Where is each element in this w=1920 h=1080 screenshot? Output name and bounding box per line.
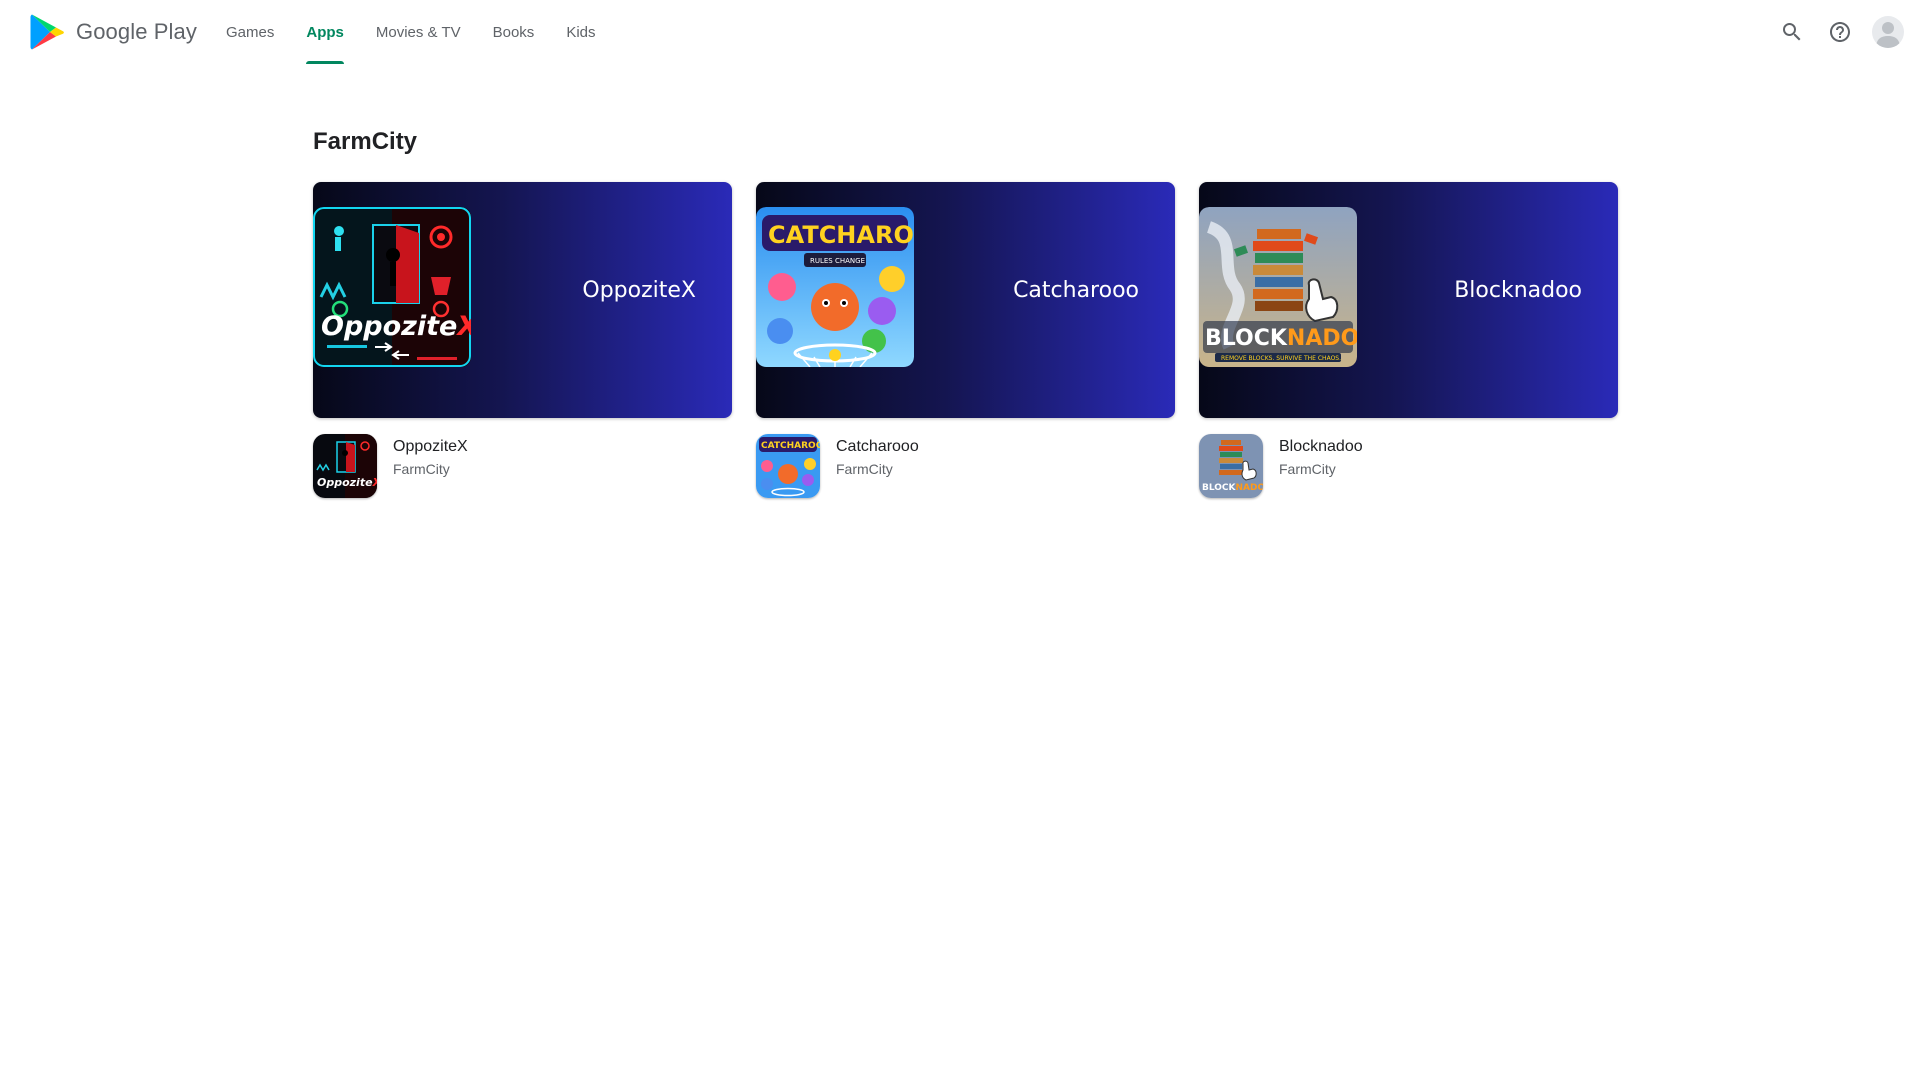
person-icon bbox=[1876, 22, 1900, 48]
app-meta-text: Catcharooo FarmCity bbox=[836, 434, 919, 498]
banner-title: Catcharooo bbox=[1013, 278, 1139, 303]
nav-tab-label: Kids bbox=[566, 23, 596, 41]
app-banner[interactable]: CATCHAROOO! RULES CHANGE bbox=[756, 182, 1175, 418]
svg-text:OppoziteX: OppoziteX bbox=[317, 476, 377, 489]
oppozitex-icon-image: OppoziteX bbox=[313, 434, 377, 498]
app-card-blocknadoo[interactable]: BLOCKNADOO REMOVE BLOCKS. SURVIVE THE CH… bbox=[1199, 182, 1618, 498]
account-avatar[interactable] bbox=[1872, 16, 1904, 48]
blocknadoo-icon-image: BLOCKNADOO bbox=[1199, 434, 1263, 498]
nav-tab-movies-tv[interactable]: Movies & TV bbox=[360, 0, 477, 64]
app-icon-catcharooo[interactable]: CATCHAROOO! bbox=[756, 434, 820, 498]
svg-text:OppoziteX: OppoziteX bbox=[321, 311, 471, 342]
nav-tab-apps[interactable]: Apps bbox=[290, 0, 360, 64]
app-meta-text: OppoziteX FarmCity bbox=[393, 434, 468, 498]
svg-text:CATCHAROOO!: CATCHAROOO! bbox=[768, 221, 914, 249]
nav-tab-label: Books bbox=[492, 23, 535, 41]
nav-tab-kids[interactable]: Kids bbox=[550, 0, 611, 64]
nav-tab-books[interactable]: Books bbox=[477, 0, 551, 64]
search-button[interactable] bbox=[1768, 8, 1816, 56]
section-title: FarmCity bbox=[313, 128, 418, 155]
brand-name: Google Play bbox=[76, 19, 197, 44]
catcharooo-icon-image: CATCHAROOO! bbox=[756, 434, 820, 498]
oppozitex-art-image: OppoziteX bbox=[313, 207, 471, 367]
play-logo-icon bbox=[30, 14, 64, 50]
help-icon bbox=[1830, 22, 1850, 42]
app-meta: CATCHAROOO! Catcharooo FarmCity bbox=[756, 434, 1175, 498]
app-title[interactable]: Blocknadoo bbox=[1279, 436, 1363, 458]
banner-title: OppoziteX bbox=[582, 278, 696, 303]
app-icon-oppozitex[interactable]: OppoziteX bbox=[313, 434, 377, 498]
developer-apps-section: FarmCity Oppozite OppoziteX Oppozite Opp… bbox=[313, 120, 1618, 498]
svg-text:BLOCKNADOO: BLOCKNADOO bbox=[1202, 483, 1263, 493]
search-icon bbox=[1783, 23, 1801, 41]
svg-text:BLOCKNADOO: BLOCKNADOO bbox=[1205, 326, 1357, 351]
header-actions bbox=[1768, 0, 1908, 64]
app-meta: BLOCKNADOO Blocknadoo FarmCity bbox=[1199, 434, 1618, 498]
app-title[interactable]: Catcharooo bbox=[836, 436, 919, 458]
app-meta-text: Blocknadoo FarmCity bbox=[1279, 434, 1363, 498]
svg-text:RULES CHANGE: RULES CHANGE bbox=[810, 257, 865, 265]
top-app-bar: Google Play Games Apps Movies & TV Books… bbox=[0, 0, 1920, 64]
banner-title: Blocknadoo bbox=[1454, 278, 1582, 303]
svg-text:REMOVE BLOCKS. SURVIVE THE CHA: REMOVE BLOCKS. SURVIVE THE CHAOS. bbox=[1221, 355, 1341, 362]
app-card-oppozitex[interactable]: OppoziteX OppoziteX bbox=[313, 182, 732, 498]
nav-tab-label: Games bbox=[226, 23, 275, 41]
app-title[interactable]: OppoziteX bbox=[393, 436, 468, 458]
app-banner[interactable]: BLOCKNADOO REMOVE BLOCKS. SURVIVE THE CH… bbox=[1199, 182, 1618, 418]
google-play-logo[interactable]: Google Play bbox=[30, 13, 197, 51]
main-nav: Games Apps Movies & TV Books Kids bbox=[210, 0, 612, 64]
app-icon-blocknadoo[interactable]: BLOCKNADOO bbox=[1199, 434, 1263, 498]
app-developer[interactable]: FarmCity bbox=[1279, 458, 1363, 480]
app-card-catcharooo[interactable]: CATCHAROOO! RULES CHANGE bbox=[756, 182, 1175, 498]
nav-tab-label: Movies & TV bbox=[375, 23, 461, 41]
app-developer[interactable]: FarmCity bbox=[393, 458, 468, 480]
app-meta: OppoziteX OppoziteX FarmCity bbox=[313, 434, 732, 498]
catcharooo-art-image: CATCHAROOO! RULES CHANGE bbox=[756, 207, 914, 367]
oppozitex-art: OppoziteX bbox=[313, 207, 471, 367]
catcharooo-art: CATCHAROOO! RULES CHANGE bbox=[756, 207, 914, 367]
nav-tab-label: Apps bbox=[306, 23, 344, 41]
app-developer[interactable]: FarmCity bbox=[836, 458, 919, 480]
nav-tab-games[interactable]: Games bbox=[210, 0, 290, 64]
blocknadoo-art: BLOCKNADOO REMOVE BLOCKS. SURVIVE THE CH… bbox=[1199, 207, 1357, 367]
help-button[interactable] bbox=[1816, 8, 1864, 56]
app-banner[interactable]: OppoziteX OppoziteX bbox=[313, 182, 732, 418]
svg-text:CATCHAROOO!: CATCHAROOO! bbox=[761, 441, 820, 451]
app-cards: OppoziteX OppoziteX bbox=[313, 182, 1618, 498]
blocknadoo-art-image: BLOCKNADOO REMOVE BLOCKS. SURVIVE THE CH… bbox=[1199, 207, 1357, 367]
